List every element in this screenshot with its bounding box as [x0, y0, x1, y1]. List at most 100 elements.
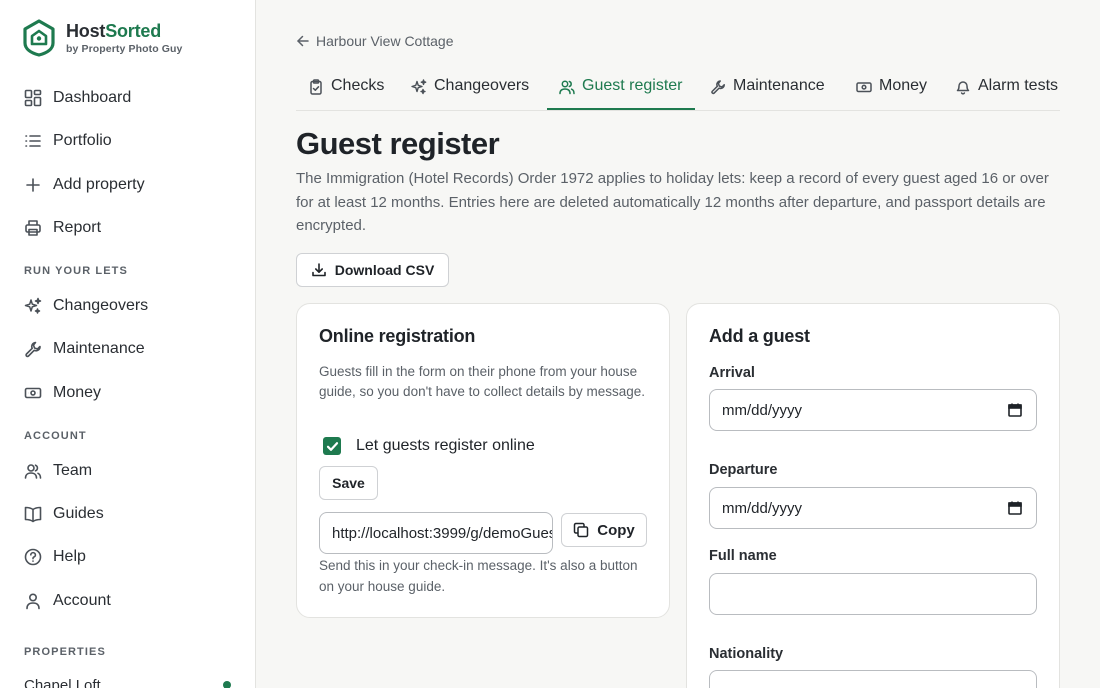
- calendar-icon[interactable]: [1007, 402, 1023, 418]
- sidebar-item-label: Help: [53, 548, 86, 565]
- sidebar-item-label: Maintenance: [53, 340, 145, 357]
- brand-title: HostSorted: [66, 21, 182, 41]
- main-content: Harbour View Cottage Checks Changeovers …: [256, 0, 1100, 688]
- book-icon: [24, 506, 42, 523]
- full-name-input[interactable]: [709, 573, 1037, 615]
- sidebar-item-changeovers[interactable]: Changeovers: [24, 294, 148, 318]
- sidebar-item-label: Changeovers: [53, 297, 149, 314]
- page-title: Guest register: [296, 126, 500, 161]
- tab-label: Changeovers: [434, 77, 530, 94]
- tab-label: Maintenance: [733, 77, 825, 94]
- arrival-date-placeholder: mm/dd/yyyy: [722, 401, 803, 419]
- brand-subtitle: by Property Photo Guy: [66, 43, 183, 55]
- clipboard-check-icon: [310, 79, 322, 95]
- sidebar-section-account: ACCOUNT: [24, 430, 87, 442]
- banknote-icon: [856, 82, 872, 93]
- sidebar-item-money[interactable]: Money: [24, 381, 101, 405]
- back-link[interactable]: Harbour View Cottage: [296, 33, 453, 49]
- online-registration-card: Online registration Guests fill in the f…: [296, 303, 670, 618]
- help-circle-icon: [24, 548, 42, 566]
- full-name-label: Full name: [709, 548, 777, 564]
- tab-guest-register[interactable]: Guest register: [547, 72, 695, 110]
- tab-alarm-tests[interactable]: Alarm tests: [955, 72, 1058, 110]
- sidebar-item-guides[interactable]: Guides: [24, 502, 104, 526]
- copy-link-button[interactable]: Copy: [561, 513, 647, 547]
- users-icon: [24, 464, 42, 479]
- sparkles-icon: [411, 79, 427, 95]
- tab-label: Alarm tests: [978, 77, 1059, 94]
- bell-icon: [956, 81, 970, 95]
- property-tabs: Checks Changeovers Guest register Mainte…: [296, 72, 1060, 111]
- sidebar-item-label: Money: [53, 384, 102, 401]
- tab-label: Guest register: [582, 77, 683, 94]
- sidebar-item-label: Add property: [53, 176, 145, 193]
- sidebar-property-label: Chapel Loft: [24, 676, 101, 688]
- sidebar-item-label: Dashboard: [53, 89, 132, 106]
- sidebar: HostSorted by Property Photo Guy Dashboa…: [0, 0, 256, 688]
- house-shield-logo-icon: [23, 19, 55, 57]
- plus-icon: [26, 178, 40, 192]
- sidebar-item-add-property[interactable]: Add property: [24, 173, 145, 197]
- online-registration-description: Guests fill in the form on their phone f…: [319, 364, 646, 399]
- departure-date-input[interactable]: mm/dd/yyyy: [709, 487, 1037, 529]
- brand-title-sorted: Sorted: [105, 21, 162, 41]
- list-icon: [25, 135, 41, 147]
- sidebar-section-properties: PROPERTIES: [24, 646, 106, 658]
- sidebar-item-label: Portfolio: [53, 132, 112, 149]
- save-button[interactable]: Save: [319, 466, 378, 500]
- sidebar-item-team[interactable]: Team: [24, 459, 92, 483]
- brand-logo[interactable]: HostSorted by Property Photo Guy: [22, 19, 182, 57]
- sidebar-item-help[interactable]: Help: [24, 545, 86, 569]
- sidebar-item-label: Team: [53, 462, 93, 479]
- page-intro: The Immigration (Hotel Records) Order 19…: [296, 170, 1049, 234]
- tab-money[interactable]: Money: [856, 72, 927, 110]
- sidebar-section-run-your-lets: RUN YOUR LETS: [24, 265, 128, 277]
- sidebar-item-label: Guides: [53, 505, 104, 522]
- checkmark-icon: [326, 441, 338, 451]
- copy-button-label: Copy: [597, 521, 635, 539]
- save-button-label: Save: [332, 475, 365, 491]
- download-csv-label: Download CSV: [334, 262, 435, 278]
- sidebar-item-account[interactable]: Account: [24, 589, 111, 613]
- wrench-icon: [25, 341, 41, 358]
- nationality-input[interactable]: [709, 670, 1037, 688]
- sidebar-item-dashboard[interactable]: Dashboard: [24, 86, 131, 110]
- banknote-icon: [24, 387, 42, 399]
- add-guest-card: Add a guest Arrival mm/dd/yyyy Departure…: [686, 303, 1060, 688]
- sparkles-icon: [24, 297, 42, 314]
- calendar-icon[interactable]: [1007, 500, 1023, 516]
- user-icon: [26, 593, 40, 610]
- guest-link-value: http://localhost:3999/g/demoGuest: [332, 524, 553, 542]
- arrival-label: Arrival: [709, 365, 755, 381]
- register-online-checkbox[interactable]: [323, 437, 341, 455]
- guest-link-input[interactable]: http://localhost:3999/g/demoGuest: [319, 512, 553, 554]
- departure-date-placeholder: mm/dd/yyyy: [722, 499, 803, 517]
- tab-changeovers[interactable]: Changeovers: [411, 72, 529, 110]
- tab-checks[interactable]: Checks: [308, 72, 384, 110]
- tab-label: Checks: [331, 77, 385, 94]
- brand-title-host: Host: [66, 21, 106, 41]
- property-status-dot: [223, 681, 231, 688]
- sidebar-item-report[interactable]: Report: [24, 216, 101, 240]
- add-guest-title: Add a guest: [709, 326, 810, 346]
- tab-label: Money: [879, 77, 928, 94]
- sidebar-item-portfolio[interactable]: Portfolio: [24, 129, 112, 153]
- arrival-date-input[interactable]: mm/dd/yyyy: [709, 389, 1037, 431]
- printer-icon: [25, 220, 41, 236]
- sidebar-item-label: Report: [53, 219, 102, 236]
- wrench-icon: [711, 80, 725, 95]
- sidebar-item-label: Account: [53, 592, 111, 609]
- nationality-label: Nationality: [709, 646, 784, 662]
- sidebar-item-maintenance[interactable]: Maintenance: [24, 337, 145, 361]
- users-icon: [559, 80, 575, 95]
- dashboard-icon: [24, 89, 42, 107]
- online-registration-title: Online registration: [319, 326, 476, 346]
- download-icon: [311, 263, 326, 277]
- copy-icon: [574, 522, 589, 538]
- sidebar-property-chapel-loft[interactable]: Chapel Loft: [24, 673, 101, 688]
- guest-link-hint: Send this in your check-in message. It's…: [319, 558, 638, 594]
- register-online-label[interactable]: Let guests register online: [356, 437, 535, 455]
- download-csv-button[interactable]: Download CSV: [296, 253, 449, 287]
- tab-maintenance[interactable]: Maintenance: [710, 72, 825, 110]
- back-link-label: Harbour View Cottage: [316, 33, 454, 49]
